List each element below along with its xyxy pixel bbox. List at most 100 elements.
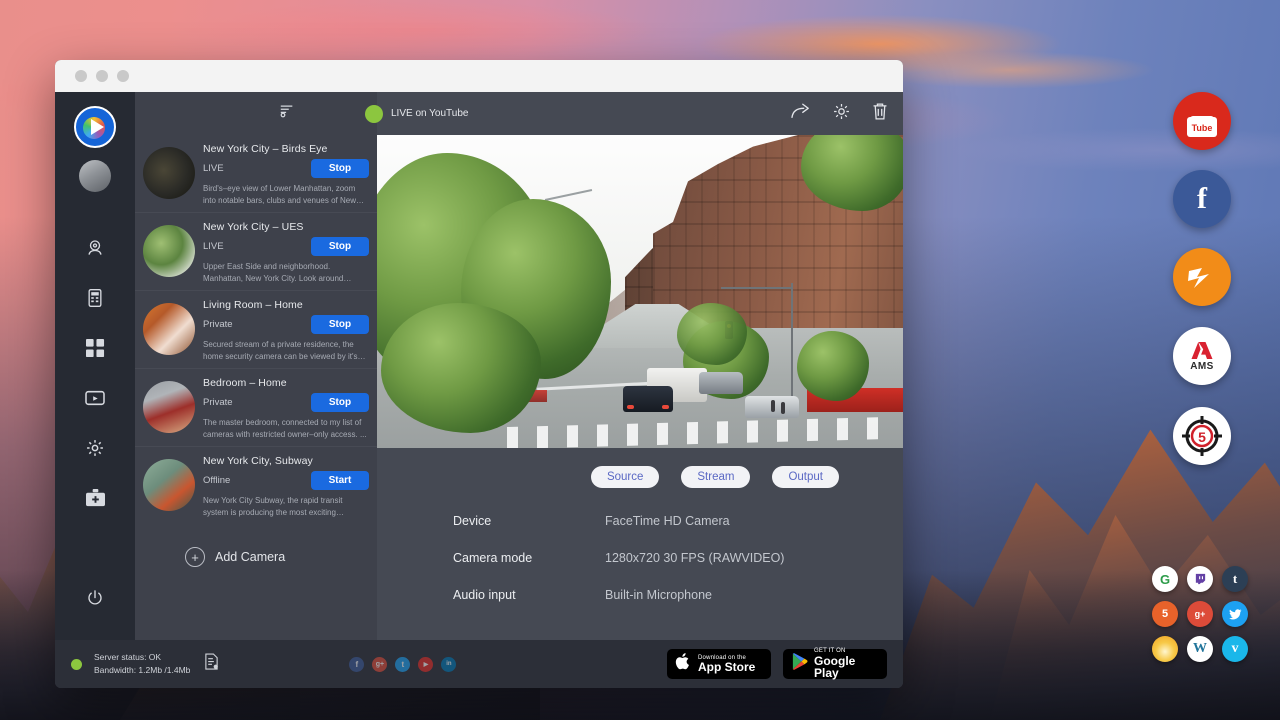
app-logo-icon[interactable]: [74, 106, 116, 148]
sidebar-item-power[interactable]: [75, 578, 115, 618]
video-signal-pole: [791, 283, 793, 403]
camera-thumbnail: [143, 225, 195, 277]
desktop-icon-target-five[interactable]: 5: [1173, 407, 1231, 465]
tumblr-icon[interactable]: t: [1222, 566, 1248, 592]
video-pedestrian: [771, 400, 775, 412]
video-preview[interactable]: [377, 135, 903, 448]
camera-state: LIVE: [203, 163, 224, 174]
desktop-icon-wowza[interactable]: [1173, 248, 1231, 306]
desktop-mini-icon-grid: G t 5 g+ W v: [1152, 566, 1257, 671]
sidebar-item-dashboard[interactable]: [75, 328, 115, 368]
window-body: New York City – Birds Eye LIVE Stop Bird…: [55, 92, 903, 640]
camera-list-item[interactable]: New York City – Birds Eye LIVE Stop Bird…: [135, 135, 377, 213]
camera-description: Upper East Side and neighborhood. Manhat…: [203, 261, 369, 284]
detail-row: Audio input Built-in Microphone: [453, 588, 903, 602]
camera-title: New York City – UES: [203, 221, 369, 233]
detail-value[interactable]: Built-in Microphone: [605, 588, 712, 602]
vimeo-icon[interactable]: v: [1222, 636, 1248, 662]
camera-thumbnail: [143, 381, 195, 433]
avatar: [79, 160, 111, 192]
sidebar-item-device[interactable]: [75, 278, 115, 318]
camera-state: Private: [203, 319, 233, 330]
google-play-badge[interactable]: GET IT ON Google Play: [783, 649, 887, 679]
sidebar-item-broadcasts[interactable]: [75, 378, 115, 418]
wordpress-icon[interactable]: W: [1187, 636, 1213, 662]
twitter-icon[interactable]: [1222, 601, 1248, 627]
gear-icon[interactable]: [832, 102, 851, 126]
flame-icon[interactable]: [1152, 636, 1178, 662]
window-titlebar: [55, 60, 903, 92]
camera-action-button[interactable]: Stop: [311, 159, 369, 178]
video-tree: [677, 303, 747, 365]
tab-output[interactable]: Output: [772, 466, 839, 488]
camera-thumbnail: [143, 147, 195, 199]
status-text-group: Server status: OK Bandwidth: 1.2Mb /1.4M…: [94, 651, 190, 677]
details-panel: Device FaceTime HD Camera Camera mode 12…: [377, 488, 903, 625]
google-play-text: GET IT ON Google Play: [814, 648, 879, 679]
camera-list: New York City – Birds Eye LIVE Stop Bird…: [135, 135, 377, 640]
document-icon[interactable]: [204, 653, 219, 675]
desktop-icon-facebook[interactable]: f: [1173, 170, 1231, 228]
detail-value[interactable]: 1280x720 30 FPS (RAWVIDEO): [605, 551, 784, 565]
live-status-label: LIVE on YouTube: [391, 108, 468, 119]
camera-action-button[interactable]: Stop: [311, 237, 369, 256]
store-badges: Download on the App Store GE: [667, 649, 887, 679]
camera-status-row: LIVE Stop: [203, 237, 369, 256]
bandwidth-text: Bandwidth: 1.2Mb /1.4Mb: [94, 664, 190, 677]
camera-description: Secured stream of a private residence, t…: [203, 339, 369, 362]
google-icon[interactable]: G: [1152, 566, 1178, 592]
camera-thumbnail: [143, 459, 195, 511]
desktop-icon-youtube[interactable]: You Tube: [1173, 92, 1231, 150]
tab-stream[interactable]: Stream: [681, 466, 750, 488]
sort-icon[interactable]: [279, 103, 295, 124]
close-button[interactable]: [75, 70, 87, 82]
sidebar-item-support[interactable]: [75, 478, 115, 518]
video-tree: [797, 331, 869, 401]
video-car: [623, 386, 673, 412]
google-play-big: Google Play: [814, 655, 879, 680]
camera-status-row: Offline Start: [203, 471, 369, 490]
google-plus-icon[interactable]: g+: [372, 657, 387, 672]
app-store-big: App Store: [698, 661, 755, 674]
camera-title: Bedroom – Home: [203, 377, 369, 389]
camera-list-item[interactable]: Bedroom – Home Private Stop The master b…: [135, 369, 377, 447]
detail-row: Device FaceTime HD Camera: [453, 514, 903, 528]
camera-state: LIVE: [203, 241, 224, 252]
google-plus-icon[interactable]: g+: [1187, 601, 1213, 627]
twitter-icon[interactable]: t: [395, 657, 410, 672]
app-store-text: Download on the App Store: [698, 655, 755, 674]
sidebar-item-cameras[interactable]: [75, 228, 115, 268]
camera-info: New York City – Birds Eye LIVE Stop Bird…: [203, 143, 369, 204]
live-status-group: LIVE on YouTube: [365, 105, 468, 123]
ams-label: AMS: [1190, 361, 1213, 372]
camera-list-item[interactable]: Living Room – Home Private Stop Secured …: [135, 291, 377, 369]
share-arrow-icon[interactable]: [790, 102, 812, 125]
minimize-button[interactable]: [96, 70, 108, 82]
youtube-icon[interactable]: ▶: [418, 657, 433, 672]
camera-status-row: LIVE Stop: [203, 159, 369, 178]
trash-icon[interactable]: [871, 102, 889, 126]
app-store-badge[interactable]: Download on the App Store: [667, 649, 771, 679]
toolkit-icon: [85, 489, 106, 508]
camera-action-button[interactable]: Stop: [311, 315, 369, 334]
webcam-icon: [85, 238, 105, 258]
zoom-button[interactable]: [117, 70, 129, 82]
twitch-icon[interactable]: [1187, 566, 1213, 592]
camera-list-item[interactable]: New York City, Subway Offline Start New …: [135, 447, 377, 525]
linkedin-icon[interactable]: in: [441, 657, 456, 672]
camera-action-button[interactable]: Start: [311, 471, 369, 490]
detail-value[interactable]: FaceTime HD Camera: [605, 514, 730, 528]
camera-list-item[interactable]: New York City – UES LIVE Stop Upper East…: [135, 213, 377, 291]
add-camera-label: Add Camera: [215, 550, 285, 564]
user-avatar-icon[interactable]: [79, 160, 111, 192]
add-camera-button[interactable]: + Add Camera: [135, 525, 377, 567]
desktop-icon-adobe-ams[interactable]: AMS: [1173, 327, 1231, 385]
camera-action-button[interactable]: Stop: [311, 393, 369, 412]
camera-description: The master bedroom, connected to my list…: [203, 417, 369, 440]
video-car: [699, 372, 743, 394]
tab-source[interactable]: Source: [591, 466, 659, 488]
five-icon[interactable]: 5: [1152, 601, 1178, 627]
facebook-icon[interactable]: f: [349, 657, 364, 672]
camera-info: New York City – UES LIVE Stop Upper East…: [203, 221, 369, 282]
sidebar-item-settings[interactable]: [75, 428, 115, 468]
